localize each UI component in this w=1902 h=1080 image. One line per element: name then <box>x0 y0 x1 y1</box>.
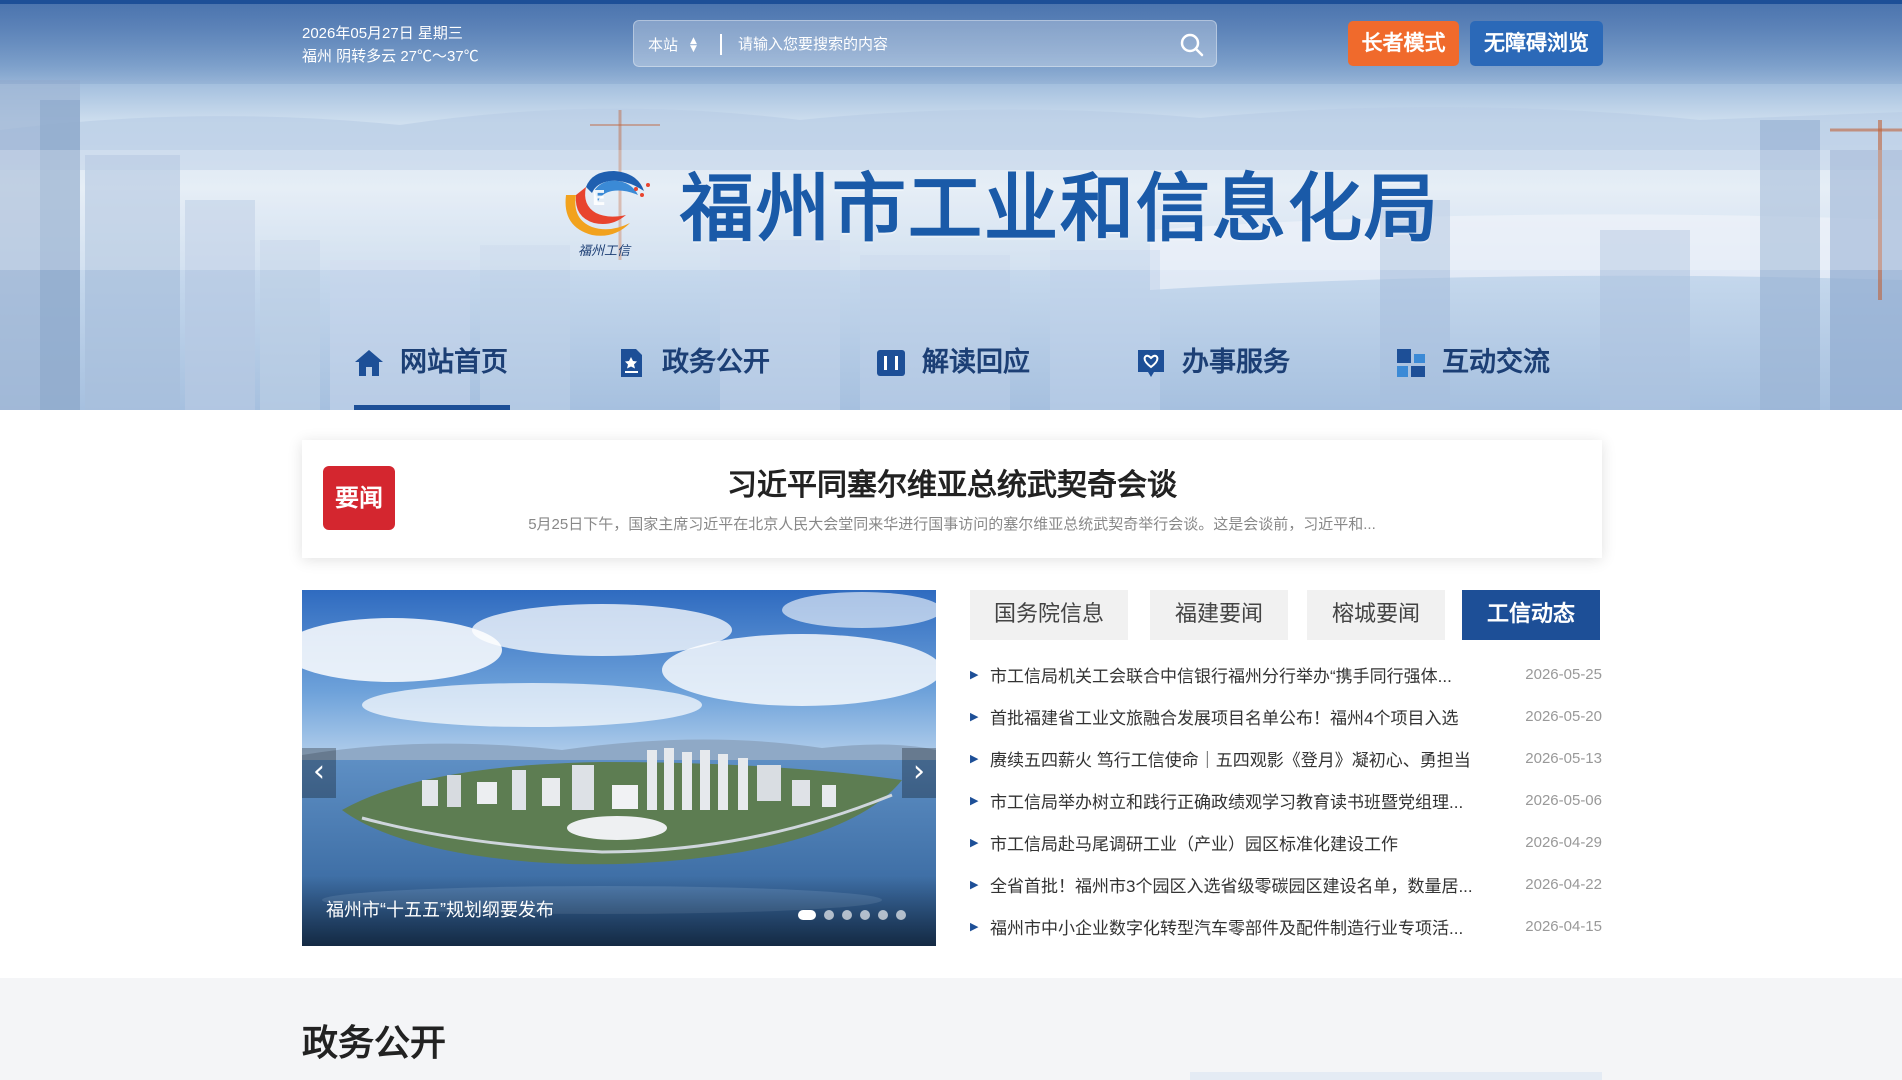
current-date: 2026年05月27日 星期三 <box>302 25 463 42</box>
gov-affairs-section: 政务公开 <box>0 978 1902 1080</box>
news-title[interactable]: 市工信局机关工会联合中信银行福州分行举办“携手同行强体... <box>990 662 1510 687</box>
headline-summary: 5月25日下午，国家主席习近平在北京人民大会堂同来华进行国事访问的塞尔维亚总统武… <box>528 516 1376 533</box>
headline-title[interactable]: 习近平同塞尔维亚总统武契奇会谈 <box>302 460 1602 504</box>
news-item[interactable]: ▶ 首批福建省工业文旅融合发展项目名单公布！福州4个项目入选 2026-05-2… <box>970 695 1602 737</box>
bureau-logo[interactable]: E 福州工信 <box>552 165 656 260</box>
carousel-prev-button[interactable]: ‹ <box>302 748 336 798</box>
news-date: 2026-04-29 <box>1525 833 1602 851</box>
headline-card[interactable]: 要闻 习近平同塞尔维亚总统武契奇会谈 5月25日下午，国家主席习近平在北京人民大… <box>302 440 1602 558</box>
nav-label-services: 办事服务 <box>1182 347 1290 378</box>
news-item[interactable]: ▶ 市工信局赴马尾调研工业（产业）园区标准化建设工作 2026-04-29 <box>970 821 1602 863</box>
news-title[interactable]: 全省首批！福州市3个园区入选省级零碳园区建设名单，数量居... <box>990 872 1510 897</box>
bullet-icon: ▶ <box>970 793 979 807</box>
svg-text:E: E <box>592 186 606 210</box>
carousel-dot[interactable] <box>860 910 870 920</box>
carousel-caption[interactable]: 福州市“十五五”规划纲要发布 <box>326 896 554 922</box>
news-tabs: 国务院信息 福建要闻 榕城要闻 工信动态 <box>970 590 1602 640</box>
nav-item-interaction[interactable]: 互动交流 <box>1394 338 1550 410</box>
bullet-icon: ▶ <box>970 877 979 891</box>
nav-label-gov-affairs: 政务公开 <box>662 347 770 378</box>
nav-label-interpretation: 解读回应 <box>922 347 1030 378</box>
search-divider <box>720 34 722 55</box>
book-icon <box>877 350 905 376</box>
nav-item-interpretation[interactable]: 解读回应 <box>874 338 1030 410</box>
bullet-icon: ▶ <box>970 751 979 765</box>
service-heart-icon <box>1138 350 1164 377</box>
carousel-dot[interactable] <box>896 910 906 920</box>
tab-rongcheng-news[interactable]: 榕城要闻 <box>1307 590 1445 640</box>
site-header: 2026年05月27日 星期三 福州 阴转多云 27℃～37℃ 本站 ▲▼ 长者… <box>0 0 1902 410</box>
document-icon <box>621 349 642 377</box>
news-title[interactable]: 福州市中小企业数字化转型汽车零部件及配件制造行业专项活... <box>990 914 1510 939</box>
news-title[interactable]: 赓续五四薪火 笃行工信使命｜五四观影《登月》凝初心、勇担当 <box>990 746 1510 771</box>
interaction-icon <box>1397 349 1425 377</box>
search-input[interactable] <box>738 29 1158 59</box>
news-date: 2026-04-15 <box>1525 917 1602 935</box>
search-icon[interactable] <box>1178 31 1206 59</box>
main-nav: 网站首页 政务公开 解读回应 办事服务 互动交流 <box>352 338 1612 410</box>
site-title[interactable]: 福州市工业和信息化局 <box>680 163 1440 255</box>
news-list: ▶ 市工信局机关工会联合中信银行福州分行举办“携手同行强体... 2026-05… <box>970 653 1602 947</box>
accessibility-button[interactable]: 无障碍浏览 <box>1470 21 1603 66</box>
news-title[interactable]: 首批福建省工业文旅融合发展项目名单公布！福州4个项目入选 <box>990 704 1510 729</box>
carousel-dot[interactable] <box>798 910 816 920</box>
news-item[interactable]: ▶ 市工信局举办树立和践行正确政绩观学习教育读书班暨党组理... 2026-05… <box>970 779 1602 821</box>
bullet-icon: ▶ <box>970 709 979 723</box>
carousel-dot[interactable] <box>878 910 888 920</box>
news-item[interactable]: ▶ 赓续五四薪火 笃行工信使命｜五四观影《登月》凝初心、勇担当 2026-05-… <box>970 737 1602 779</box>
bullet-icon: ▶ <box>970 835 979 849</box>
section-panel-edge <box>1190 1072 1602 1080</box>
search-scope-label: 本站 <box>648 36 679 54</box>
news-date: 2026-04-22 <box>1525 875 1602 893</box>
weather-info: 福州 阴转多云 27℃～37℃ <box>302 48 479 65</box>
date-weather-block: 2026年05月27日 星期三 福州 阴转多云 27℃～37℃ <box>302 22 479 68</box>
nav-item-home[interactable]: 网站首页 <box>352 338 510 410</box>
section-title: 政务公开 <box>302 1023 447 1064</box>
elder-mode-button[interactable]: 长者模式 <box>1348 21 1459 66</box>
nav-item-gov-affairs[interactable]: 政务公开 <box>614 338 770 410</box>
carousel-dots <box>798 910 906 920</box>
search-scope-select[interactable]: 本站 ▲ ▼ <box>648 34 697 55</box>
news-title[interactable]: 市工信局举办树立和践行正确政绩观学习教育读书班暨党组理... <box>990 788 1510 813</box>
sort-caret-icon: ▲ ▼ <box>690 35 697 54</box>
nav-item-services[interactable]: 办事服务 <box>1134 338 1290 410</box>
news-date: 2026-05-13 <box>1525 749 1602 767</box>
news-item[interactable]: ▶ 市工信局机关工会联合中信银行福州分行举办“携手同行强体... 2026-05… <box>970 653 1602 695</box>
tab-fujian-news[interactable]: 福建要闻 <box>1150 590 1288 640</box>
news-date: 2026-05-06 <box>1525 791 1602 809</box>
news-item[interactable]: ▶ 全省首批！福州市3个园区入选省级零碳园区建设名单，数量居... 2026-0… <box>970 863 1602 905</box>
tab-industry-news[interactable]: 工信动态 <box>1462 590 1600 640</box>
carousel-next-button[interactable]: › <box>902 748 936 798</box>
search-box: 本站 ▲ ▼ <box>633 20 1217 67</box>
home-icon <box>355 350 383 376</box>
bullet-icon: ▶ <box>970 919 979 933</box>
bullet-icon: ▶ <box>970 667 979 681</box>
logo-caption: 福州工信 <box>578 244 632 259</box>
news-date: 2026-05-25 <box>1525 665 1602 683</box>
carousel-dot[interactable] <box>842 910 852 920</box>
carousel-dot[interactable] <box>824 910 834 920</box>
news-date: 2026-05-20 <box>1525 707 1602 725</box>
news-title[interactable]: 市工信局赴马尾调研工业（产业）园区标准化建设工作 <box>990 830 1510 855</box>
nav-label-home: 网站首页 <box>400 347 508 378</box>
tab-state-council[interactable]: 国务院信息 <box>970 590 1128 640</box>
news-item[interactable]: ▶ 福州市中小企业数字化转型汽车零部件及配件制造行业专项活... 2026-04… <box>970 905 1602 947</box>
nav-label-interaction: 互动交流 <box>1442 347 1550 378</box>
image-carousel[interactable]: 福州市“十五五”规划纲要发布 ‹ › <box>302 590 936 946</box>
